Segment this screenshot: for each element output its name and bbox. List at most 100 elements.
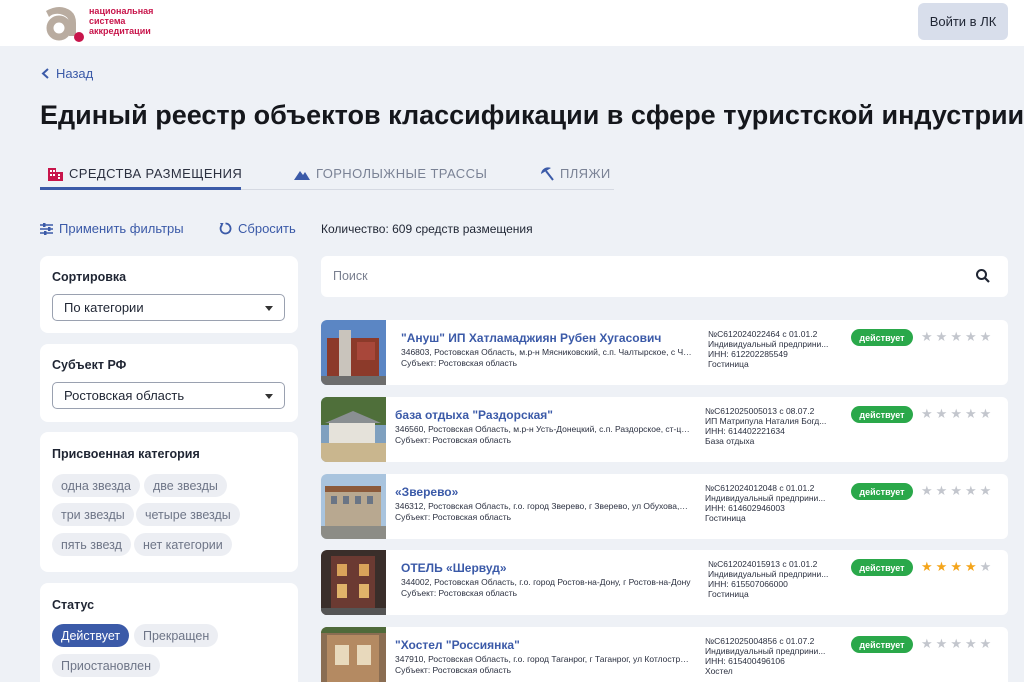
- list-item-subject: Субъект: Ростовская область: [395, 512, 512, 522]
- building-icon: [48, 167, 63, 181]
- list-item-name[interactable]: «Зверево»: [395, 485, 458, 499]
- star-icon: ★: [935, 483, 948, 498]
- thumbnail-image: [321, 474, 386, 539]
- category-card: Присвоенная категория одна звезда две зв…: [40, 432, 298, 572]
- thumbnail-image: [321, 397, 386, 462]
- star-icon: ★: [964, 406, 977, 421]
- reset-icon: [219, 222, 232, 235]
- status-badge: действует: [851, 636, 913, 653]
- star-icon: ★: [964, 636, 977, 651]
- owner: ИП Матрипула Наталия Богд...: [705, 416, 827, 426]
- back-label: Назад: [56, 66, 94, 81]
- sort-value: По категории: [64, 300, 144, 315]
- list-item-subject: Субъект: Ростовская область: [401, 358, 518, 368]
- star-icon: ★: [935, 559, 948, 574]
- logo-icon[interactable]: [40, 3, 84, 43]
- list-item[interactable]: база отдыха "Раздорская" 346560, Ростовс…: [321, 397, 1008, 462]
- rating-stars: ★ ★ ★ ★ ★: [921, 560, 991, 573]
- reset-label: Сбросить: [238, 221, 296, 236]
- star-icon: ★: [921, 406, 933, 421]
- rating-stars: ★ ★ ★ ★ ★: [921, 407, 991, 420]
- list-item[interactable]: ОТЕЛЬ «Шервуд» 344002, Ростовская Област…: [321, 550, 1008, 615]
- star-icon: ★: [979, 559, 992, 574]
- region-value: Ростовская область: [64, 388, 185, 403]
- chip-status-terminated[interactable]: Прекращен: [134, 624, 219, 647]
- chip-status-suspended[interactable]: Приостановлен: [52, 654, 161, 677]
- star-icon: ★: [950, 636, 962, 651]
- chip-one-star[interactable]: одна звезда: [52, 474, 140, 497]
- sort-select[interactable]: По категории: [52, 294, 285, 321]
- chip-four-stars[interactable]: четыре звезды: [136, 503, 240, 526]
- owner: Индивидуальный предприни...: [708, 339, 829, 349]
- star-icon: ★: [950, 329, 962, 344]
- star-icon: ★: [921, 329, 933, 344]
- list-item[interactable]: "Ануш" ИП Хатламаджиян Рубен Хугасович 3…: [321, 320, 1008, 385]
- caret-down-icon: [265, 306, 273, 311]
- star-icon: ★: [979, 483, 992, 498]
- list-item-address: 347910, Ростовская Область, г.о. город Т…: [395, 654, 690, 664]
- tab-accommodation[interactable]: СРЕДСТВА РАЗМЕЩЕНИЯ: [48, 158, 242, 189]
- status-badge: действует: [851, 559, 913, 576]
- logo-line: аккредитации: [89, 26, 151, 36]
- list-item[interactable]: "Хостел "Россиянка" 347910, Ростовская О…: [321, 627, 1008, 682]
- chip-no-category[interactable]: нет категории: [134, 533, 232, 556]
- list-item[interactable]: «Зверево» 346312, Ростовская Область, г.…: [321, 474, 1008, 539]
- owner: Индивидуальный предприни...: [705, 493, 826, 503]
- tab-label: ГОРНОЛЫЖНЫЕ ТРАССЫ: [316, 166, 488, 181]
- rating-stars: ★ ★ ★ ★ ★: [921, 330, 991, 343]
- star-icon: ★: [964, 483, 977, 498]
- registry-number: №С612025004856 с 01.07.2: [705, 636, 815, 646]
- sort-title: Сортировка: [52, 270, 127, 284]
- registry-number: №С612024012048 с 01.01.2: [705, 483, 815, 493]
- apply-filters-button[interactable]: Применить фильтры: [40, 221, 184, 236]
- list-item-name[interactable]: "Хостел "Россиянка": [395, 638, 520, 652]
- region-select[interactable]: Ростовская область: [52, 382, 285, 409]
- login-button[interactable]: Войти в ЛК: [918, 3, 1008, 40]
- inn: ИНН: 615507066000: [708, 579, 788, 589]
- thumbnail-image: [321, 320, 386, 385]
- list-item-name[interactable]: база отдыха "Раздорская": [395, 408, 553, 422]
- status-badge: действует: [851, 406, 913, 423]
- chip-three-stars[interactable]: три звезды: [52, 503, 134, 526]
- thumbnail-image: [321, 550, 386, 615]
- inn: ИНН: 614602946003: [705, 503, 785, 513]
- star-icon: ★: [964, 559, 977, 574]
- search-icon[interactable]: [975, 268, 991, 284]
- tab-ski-slopes[interactable]: ГОРНОЛЫЖНЫЕ ТРАССЫ: [294, 158, 487, 189]
- object-type: База отдыха: [705, 436, 755, 446]
- list-item-address: 344002, Ростовская Область, г.о. город Р…: [401, 577, 691, 587]
- chip-two-stars[interactable]: две звезды: [144, 474, 227, 497]
- status-card: Статус Действует Прекращен Приостановлен: [40, 583, 298, 682]
- chip-five-stars[interactable]: пять звезд: [52, 533, 131, 556]
- inn: ИНН: 615400496106: [705, 656, 785, 666]
- top-bar: национальная система аккредитации Войти …: [0, 0, 1024, 46]
- page-title: Единый реестр объектов классификации в с…: [40, 100, 1024, 130]
- star-icon: ★: [921, 559, 933, 574]
- reset-filters-button[interactable]: Сбросить: [219, 221, 296, 236]
- search-input[interactable]: Поиск: [333, 269, 368, 283]
- logo-line: система: [89, 16, 126, 26]
- list-item-meta: №С612024022464 с 01.01.2 Индивидуальный …: [708, 329, 833, 369]
- list-item-name[interactable]: ОТЕЛЬ «Шервуд»: [401, 561, 507, 575]
- star-icon: ★: [950, 559, 962, 574]
- chip-status-active[interactable]: Действует: [52, 624, 130, 647]
- sort-card: Сортировка По категории: [40, 256, 298, 333]
- object-type: Гостиница: [708, 359, 749, 369]
- umbrella-icon: [541, 167, 554, 181]
- tab-beaches[interactable]: ПЛЯЖИ: [539, 158, 611, 189]
- star-icon: ★: [935, 636, 948, 651]
- registry-number: №С612024015913 с 01.01.2: [708, 559, 818, 569]
- star-icon: ★: [979, 329, 992, 344]
- star-icon: ★: [979, 636, 992, 651]
- list-item-address: 346312, Ростовская Область, г.о. город З…: [395, 501, 690, 511]
- star-icon: ★: [921, 636, 933, 651]
- back-link[interactable]: Назад: [41, 66, 93, 81]
- search-bar[interactable]: Поиск: [321, 256, 1008, 297]
- object-type: Хостел: [705, 666, 733, 676]
- rating-stars: ★ ★ ★ ★ ★: [921, 637, 991, 650]
- list-item-subject: Субъект: Ростовская область: [395, 665, 512, 675]
- object-type: Гостиница: [705, 513, 746, 523]
- list-item-name[interactable]: "Ануш" ИП Хатламаджиян Рубен Хугасович: [401, 331, 661, 345]
- star-icon: ★: [935, 406, 948, 421]
- logo-text: национальная система аккредитации: [89, 6, 153, 36]
